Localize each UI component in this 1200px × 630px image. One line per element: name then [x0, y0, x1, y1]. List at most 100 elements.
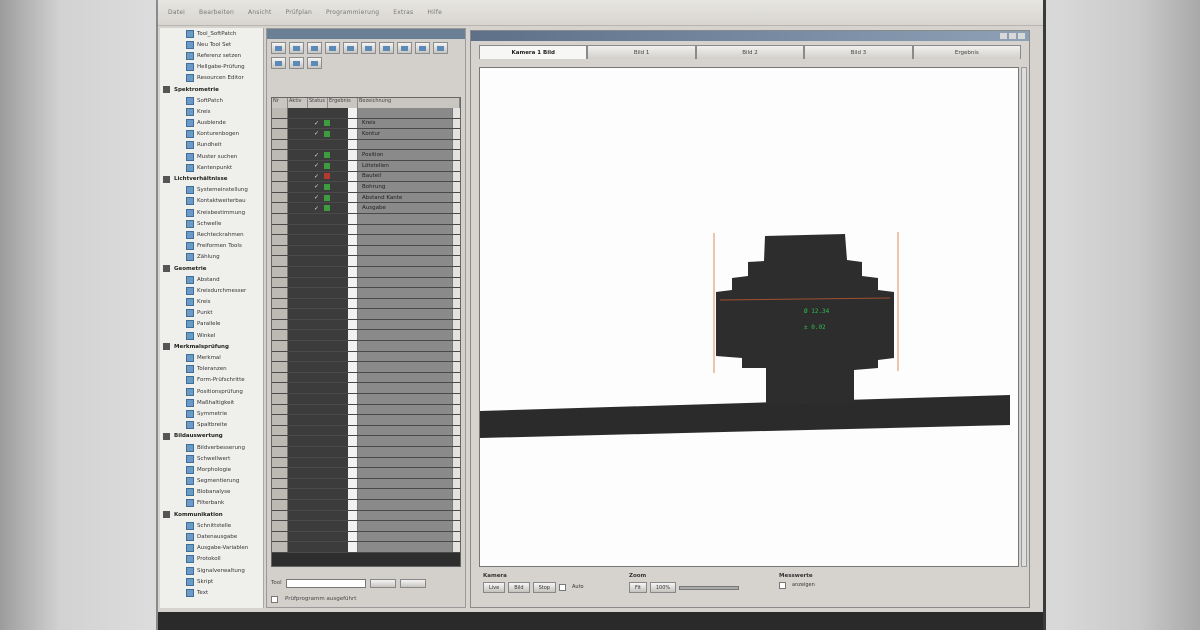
row-name-cell[interactable] — [358, 298, 452, 309]
tree-item[interactable]: Konturenbogen — [160, 129, 263, 140]
table-row[interactable] — [272, 510, 460, 522]
row-name-cell[interactable] — [358, 309, 452, 319]
tree-item[interactable]: Signalverwaltung — [160, 565, 263, 576]
menu-item[interactable]: Bearbeiten — [199, 9, 234, 16]
row-name-cell[interactable] — [358, 372, 452, 383]
table-row[interactable] — [272, 288, 460, 299]
reset-button[interactable] — [399, 578, 426, 588]
table-row[interactable] — [272, 330, 460, 342]
tree-item[interactable]: Muster suchen — [160, 151, 263, 162]
row-status-cell[interactable] — [288, 499, 348, 510]
row-name-cell[interactable] — [358, 245, 452, 256]
tree-category[interactable]: Geometrie — [160, 263, 263, 274]
row-status-cell[interactable] — [288, 478, 348, 489]
row-status-cell[interactable] — [288, 521, 348, 531]
tree-item[interactable]: Parallele — [160, 319, 263, 330]
copy-button[interactable] — [325, 42, 340, 54]
tree-item[interactable]: Tool_SoftPatch — [160, 28, 263, 39]
table-row[interactable] — [272, 351, 460, 363]
table-row[interactable] — [272, 457, 460, 469]
tree-item[interactable]: Text — [160, 587, 263, 598]
table-row[interactable] — [272, 404, 460, 416]
row-status-cell[interactable] — [288, 330, 348, 341]
row-status-cell[interactable] — [288, 298, 348, 309]
row-status-cell[interactable] — [288, 415, 348, 425]
tree-item[interactable]: Positionsprüfung — [160, 386, 263, 397]
tree-item[interactable]: Ausgabe-Variablen — [160, 543, 263, 554]
row-name-cell[interactable] — [358, 277, 452, 288]
tool-name-input[interactable] — [285, 578, 366, 588]
table-row[interactable] — [272, 372, 460, 384]
row-name-cell[interactable]: Abstand Kante — [358, 192, 452, 203]
row-name-cell[interactable] — [358, 256, 452, 266]
expand-icon[interactable] — [163, 86, 170, 94]
menu-item[interactable]: Datei — [168, 9, 185, 16]
camera-scrollbar[interactable] — [1021, 67, 1027, 567]
table-row[interactable] — [272, 415, 460, 426]
camera-image[interactable]: Ø 12.34 ± 0.02 — [479, 67, 1019, 567]
tree-item[interactable]: Punkt — [160, 308, 263, 319]
row-status-cell[interactable] — [288, 139, 348, 150]
row-status-cell[interactable] — [288, 372, 348, 383]
row-name-cell[interactable] — [358, 531, 452, 542]
minimize-icon[interactable] — [1000, 33, 1007, 39]
snapshot-button[interactable]: Bild — [508, 582, 530, 593]
camera-tab[interactable]: Bild 2 — [695, 45, 805, 59]
tree-item[interactable]: Symmetrie — [160, 408, 263, 419]
tree-item[interactable]: Kreisbestimmung — [160, 207, 263, 218]
row-name-cell[interactable]: Position — [358, 150, 452, 160]
row-name-cell[interactable] — [358, 415, 452, 425]
tree-item[interactable]: Systemeinstellung — [160, 185, 263, 196]
row-status-cell[interactable] — [288, 235, 348, 245]
row-status-cell[interactable] — [288, 436, 348, 446]
row-name-cell[interactable] — [358, 319, 452, 330]
open-button[interactable] — [289, 42, 304, 54]
tree-item[interactable]: Schwelle — [160, 218, 263, 229]
menu-item[interactable]: Extras — [393, 9, 413, 16]
stop-camera-button[interactable]: Stop — [532, 582, 556, 593]
row-name-cell[interactable] — [358, 425, 452, 436]
tree-item[interactable]: Morphologie — [160, 464, 263, 475]
zoom-fit-button[interactable]: Fit — [629, 582, 647, 593]
row-status-cell[interactable] — [288, 531, 348, 542]
table-row[interactable] — [272, 213, 460, 225]
row-status-cell[interactable] — [288, 468, 348, 478]
delete-button[interactable] — [361, 42, 376, 54]
tree-item[interactable]: SoftPatch — [160, 95, 263, 106]
row-name-cell[interactable] — [358, 288, 452, 298]
table-row[interactable] — [272, 309, 460, 320]
row-status-cell[interactable] — [288, 319, 348, 330]
menu-item[interactable]: Programmierung — [326, 9, 379, 16]
run-button[interactable] — [433, 42, 448, 54]
zoom-slider[interactable] — [679, 586, 740, 590]
row-name-cell[interactable] — [358, 235, 452, 245]
table-row[interactable] — [272, 235, 460, 246]
stop-button[interactable] — [289, 57, 304, 69]
row-status-cell[interactable] — [288, 256, 348, 266]
row-status-cell[interactable] — [288, 383, 348, 394]
row-status-cell[interactable] — [288, 404, 348, 415]
row-name-cell[interactable] — [358, 266, 452, 277]
camera-tab[interactable]: Kamera 1 Bild — [479, 45, 588, 59]
table-row[interactable] — [272, 521, 460, 532]
table-row[interactable] — [272, 139, 460, 151]
tree-item[interactable]: Kreis — [160, 297, 263, 308]
tree-item[interactable]: Rechteckrahmen — [160, 229, 263, 240]
show-values-checkbox[interactable] — [779, 582, 786, 589]
tree-item[interactable]: Blobanalyse — [160, 487, 263, 498]
table-row[interactable]: ✓ Position — [272, 150, 460, 161]
tree-item[interactable]: Kreis — [160, 106, 263, 117]
row-status-cell[interactable] — [288, 362, 348, 372]
table-row[interactable]: ✓ Kontur — [272, 129, 460, 140]
menu-item[interactable]: Hilfe — [427, 9, 442, 16]
row-name-cell[interactable] — [358, 499, 452, 510]
row-status-cell[interactable]: ✓ — [288, 171, 348, 182]
row-name-cell[interactable] — [358, 521, 452, 531]
menu-item[interactable]: Ansicht — [248, 9, 272, 16]
tree-item[interactable]: Protokoll — [160, 554, 263, 565]
row-name-cell[interactable] — [358, 436, 452, 446]
tree-item[interactable]: Segmentierung — [160, 476, 263, 487]
table-row[interactable]: ✓ Bohrung — [272, 182, 460, 193]
row-name-cell[interactable] — [358, 394, 452, 404]
table-row[interactable]: ✓ Kreis — [272, 118, 460, 130]
